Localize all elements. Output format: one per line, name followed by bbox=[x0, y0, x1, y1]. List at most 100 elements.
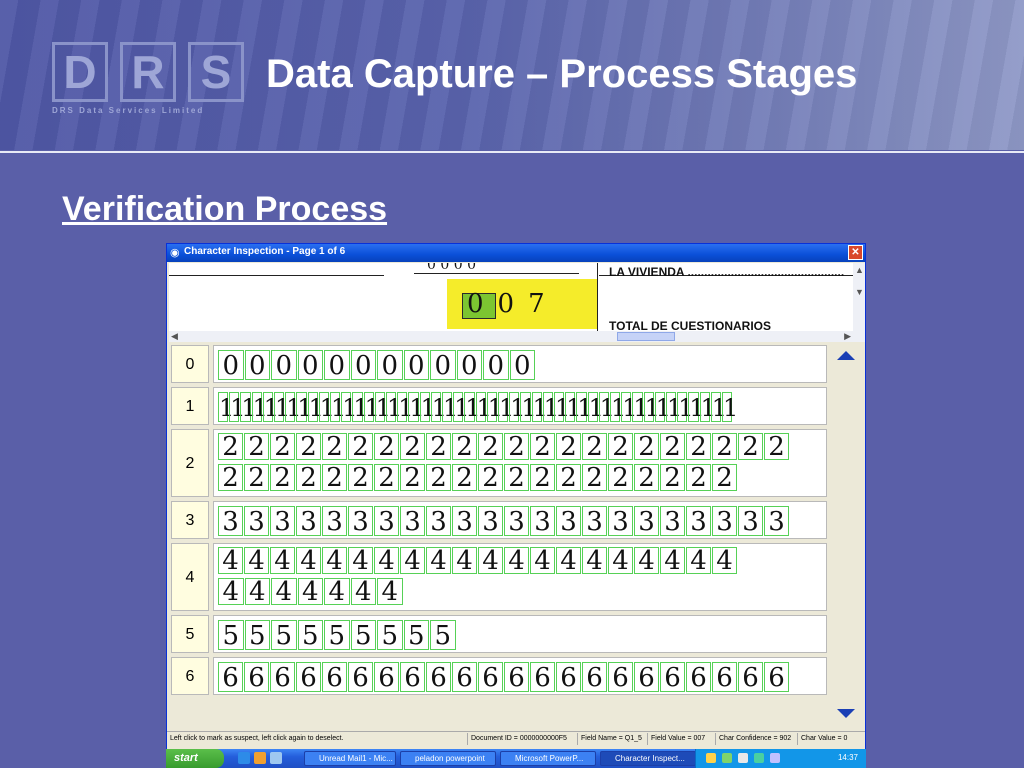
character-sample[interactable]: 2 bbox=[738, 433, 763, 461]
character-sample[interactable]: 5 bbox=[324, 620, 350, 651]
character-sample[interactable]: 4 bbox=[374, 547, 399, 575]
outlook-icon[interactable] bbox=[254, 752, 266, 764]
character-sample[interactable]: 1 bbox=[632, 392, 649, 422]
character-sample[interactable]: 0 bbox=[271, 350, 297, 381]
character-sample[interactable]: 4 bbox=[530, 547, 555, 575]
character-sample[interactable]: 5 bbox=[350, 620, 376, 651]
task-character-inspection[interactable]: Character Inspect... bbox=[600, 751, 696, 766]
character-sample[interactable]: 2 bbox=[296, 433, 321, 461]
character-sample[interactable]: 4 bbox=[556, 547, 581, 575]
character-sample[interactable]: 4 bbox=[452, 547, 477, 575]
character-sample[interactable]: 1 bbox=[285, 392, 301, 422]
character-sample[interactable]: 2 bbox=[218, 433, 243, 461]
character-sample[interactable]: 2 bbox=[764, 433, 789, 461]
character-sample[interactable]: 4 bbox=[400, 547, 425, 575]
messenger-icon[interactable] bbox=[270, 752, 282, 764]
character-sample[interactable]: 3 bbox=[686, 506, 711, 537]
character-sample[interactable]: 2 bbox=[374, 433, 399, 461]
character-sample[interactable]: 3 bbox=[712, 506, 737, 537]
character-sample[interactable]: 4 bbox=[426, 547, 451, 575]
character-sample[interactable]: 4 bbox=[218, 578, 244, 606]
character-sample[interactable]: 1 bbox=[240, 392, 257, 422]
character-sample[interactable]: 3 bbox=[478, 506, 503, 537]
character-sample[interactable]: 3 bbox=[556, 506, 581, 537]
character-sample[interactable]: 1 bbox=[486, 392, 503, 422]
character-sample[interactable]: 0 bbox=[403, 350, 429, 381]
character-sample[interactable]: 3 bbox=[452, 506, 477, 537]
character-sample[interactable]: 1 bbox=[442, 392, 458, 422]
character-sample[interactable]: 1 bbox=[386, 392, 402, 422]
character-sample[interactable]: 4 bbox=[686, 547, 711, 575]
character-sample[interactable]: 3 bbox=[400, 506, 425, 537]
character-sample[interactable]: 6 bbox=[556, 662, 581, 693]
character-sample[interactable]: 4 bbox=[348, 547, 373, 575]
character-sample[interactable]: 2 bbox=[556, 433, 581, 461]
character-sample[interactable]: 1 bbox=[531, 392, 548, 422]
character-sample[interactable]: 2 bbox=[634, 433, 659, 461]
character-sample[interactable]: 0 bbox=[483, 350, 509, 381]
character-sample[interactable]: 3 bbox=[764, 506, 789, 537]
character-sample[interactable]: 2 bbox=[348, 464, 373, 492]
character-sample[interactable]: 6 bbox=[374, 662, 399, 693]
character-sample[interactable]: 4 bbox=[660, 547, 685, 575]
character-sample[interactable]: 1 bbox=[330, 392, 346, 422]
character-sample[interactable]: 6 bbox=[712, 662, 737, 693]
character-sample[interactable]: 0 bbox=[350, 350, 376, 381]
character-sample[interactable]: 1 bbox=[576, 392, 593, 422]
character-sample[interactable]: 1 bbox=[520, 392, 537, 422]
task-unread-mail[interactable]: Unread Mail1 - Mic... bbox=[304, 751, 396, 766]
character-sample[interactable]: 2 bbox=[660, 433, 685, 461]
character-sample[interactable]: 3 bbox=[244, 506, 269, 537]
character-sample[interactable]: 2 bbox=[426, 433, 451, 461]
scroll-down-icon[interactable]: ▼ bbox=[855, 287, 864, 297]
character-sample[interactable]: 1 bbox=[587, 392, 604, 422]
character-sample[interactable]: 2 bbox=[660, 464, 685, 492]
tray-icon[interactable] bbox=[738, 753, 748, 763]
character-sample[interactable]: 3 bbox=[426, 506, 451, 537]
character-sample[interactable]: 2 bbox=[400, 433, 425, 461]
character-sample[interactable]: 2 bbox=[556, 464, 581, 492]
character-sample[interactable]: 1 bbox=[677, 392, 693, 422]
character-sample[interactable]: 2 bbox=[452, 433, 477, 461]
character-sample[interactable]: 1 bbox=[318, 392, 335, 422]
character-sample[interactable]: 4 bbox=[324, 578, 350, 606]
character-sample[interactable]: 4 bbox=[218, 547, 243, 575]
character-sample[interactable]: 1 bbox=[722, 392, 738, 422]
character-sample[interactable]: 4 bbox=[634, 547, 659, 575]
character-sample[interactable]: 1 bbox=[654, 392, 671, 422]
character-sample[interactable]: 4 bbox=[297, 578, 323, 606]
character-sample[interactable]: 3 bbox=[322, 506, 347, 537]
character-sample[interactable]: 4 bbox=[582, 547, 607, 575]
character-sample[interactable]: 6 bbox=[400, 662, 425, 693]
character-sample[interactable]: 0 bbox=[377, 350, 403, 381]
character-sample[interactable]: 2 bbox=[686, 464, 711, 492]
character-sample[interactable]: 1 bbox=[464, 392, 481, 422]
character-sample[interactable]: 6 bbox=[738, 662, 763, 693]
page-up-icon[interactable] bbox=[837, 351, 855, 360]
task-powerpoint[interactable]: Microsoft PowerP... bbox=[500, 751, 596, 766]
character-sample[interactable]: 1 bbox=[218, 392, 234, 422]
character-sample[interactable]: 3 bbox=[660, 506, 685, 537]
character-sample[interactable]: 2 bbox=[270, 464, 295, 492]
character-sample[interactable]: 2 bbox=[634, 464, 659, 492]
character-sample[interactable]: 0 bbox=[244, 350, 270, 381]
character-sample[interactable]: 1 bbox=[565, 392, 581, 422]
character-sample[interactable]: 4 bbox=[377, 578, 403, 606]
character-sample[interactable]: 2 bbox=[478, 433, 503, 461]
character-sample[interactable]: 2 bbox=[374, 464, 399, 492]
character-sample[interactable]: 1 bbox=[296, 392, 313, 422]
character-sample[interactable]: 1 bbox=[363, 392, 380, 422]
character-sample[interactable]: 4 bbox=[270, 547, 295, 575]
character-sample[interactable]: 2 bbox=[244, 433, 269, 461]
character-sample[interactable]: 3 bbox=[348, 506, 373, 537]
character-sample[interactable]: 2 bbox=[218, 464, 243, 492]
close-button[interactable]: ✕ bbox=[848, 245, 863, 260]
character-sample[interactable]: 5 bbox=[271, 620, 297, 651]
character-sample[interactable]: 1 bbox=[498, 392, 514, 422]
character-sample[interactable]: 1 bbox=[262, 392, 279, 422]
character-sample[interactable]: 2 bbox=[686, 433, 711, 461]
character-sample[interactable]: 4 bbox=[244, 578, 270, 606]
character-sample[interactable]: 2 bbox=[244, 464, 269, 492]
tray-icon[interactable] bbox=[722, 753, 732, 763]
scroll-right-icon[interactable]: ▶ bbox=[844, 331, 851, 342]
